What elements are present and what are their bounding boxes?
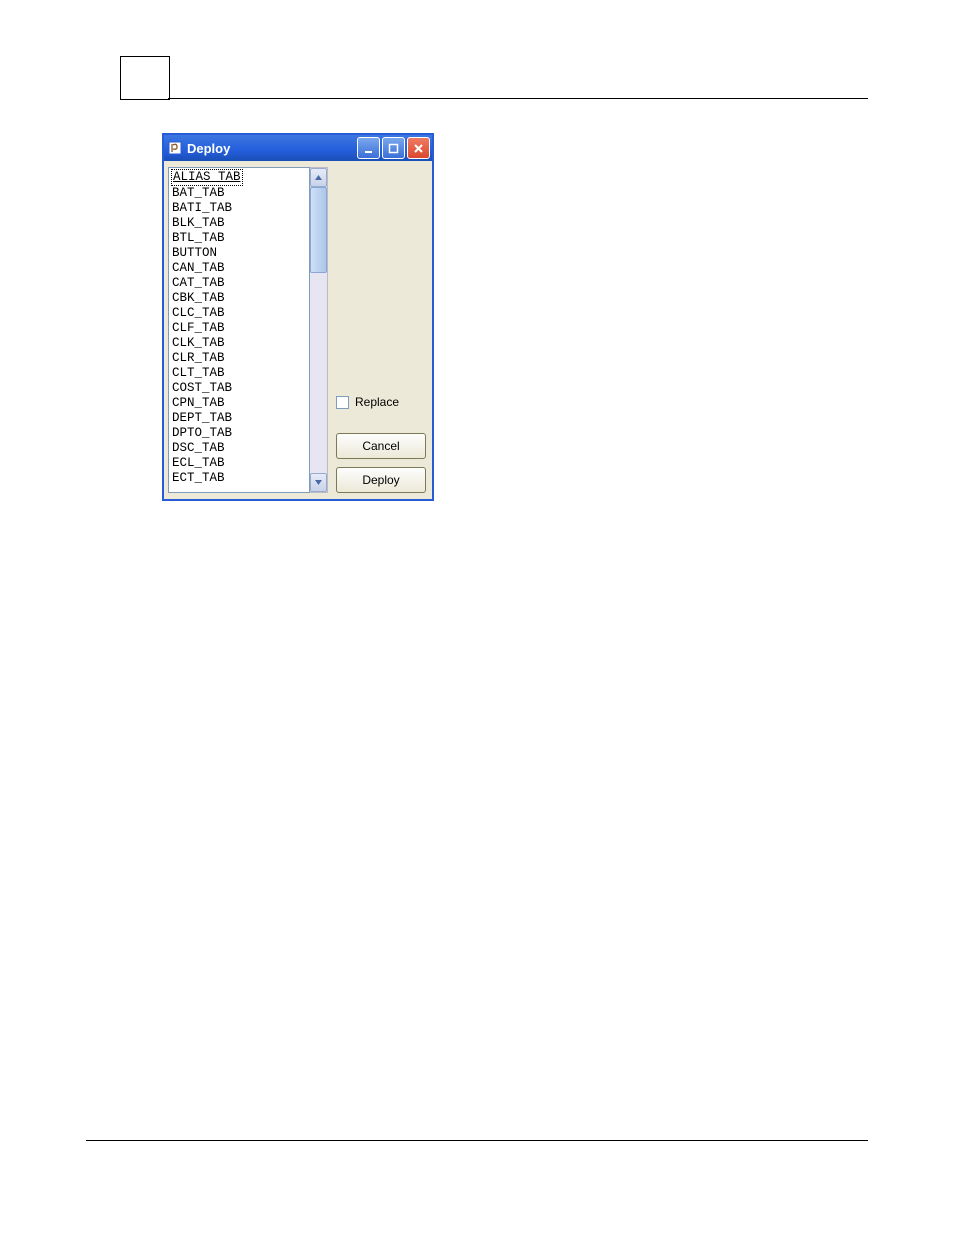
list-item[interactable]: BLK_TAB (172, 216, 309, 231)
list-item[interactable]: CLT_TAB (172, 366, 309, 381)
list-item[interactable]: CLK_TAB (172, 336, 309, 351)
list-item[interactable]: CAN_TAB (172, 261, 309, 276)
deploy-dialog: Deploy ALIAS_TABBAT_TABBATI_TABBLK_TABBT… (162, 133, 434, 501)
list-item[interactable]: ECT_TAB (172, 471, 309, 486)
cancel-button[interactable]: Cancel (336, 433, 426, 459)
footer-rule (86, 1140, 868, 1141)
titlebar[interactable]: Deploy (164, 135, 432, 161)
replace-checkbox[interactable] (336, 396, 349, 409)
list-item[interactable]: CBK_TAB (172, 291, 309, 306)
list-item[interactable]: BATI_TAB (172, 201, 309, 216)
list-item[interactable]: DEPT_TAB (172, 411, 309, 426)
deploy-button-label: Deploy (362, 473, 399, 487)
maximize-button[interactable] (382, 137, 405, 159)
header-box (120, 56, 170, 100)
cancel-button-label: Cancel (362, 439, 399, 453)
replace-label: Replace (355, 395, 399, 409)
app-icon (168, 141, 182, 155)
list-item[interactable]: BTL_TAB (172, 231, 309, 246)
tables-listbox[interactable]: ALIAS_TABBAT_TABBATI_TABBLK_TABBTL_TABBU… (168, 167, 310, 493)
list-item[interactable]: CLC_TAB (172, 306, 309, 321)
list-item[interactable]: CLR_TAB (172, 351, 309, 366)
header-rule (168, 98, 868, 99)
listbox-scrollbar[interactable] (310, 167, 328, 493)
list-item[interactable]: COST_TAB (172, 381, 309, 396)
replace-checkbox-row[interactable]: Replace (336, 395, 426, 409)
scroll-track[interactable] (310, 187, 327, 473)
scroll-down-button[interactable] (310, 473, 327, 492)
list-item[interactable]: DPTO_TAB (172, 426, 309, 441)
list-item[interactable]: BUTTON (172, 246, 309, 261)
list-item[interactable]: ECL_TAB (172, 456, 309, 471)
close-button[interactable] (407, 137, 430, 159)
list-item[interactable]: ALIAS_TAB (171, 169, 243, 186)
list-item[interactable]: CAT_TAB (172, 276, 309, 291)
deploy-button[interactable]: Deploy (336, 467, 426, 493)
minimize-button[interactable] (357, 137, 380, 159)
scroll-up-button[interactable] (310, 168, 327, 187)
scroll-thumb[interactable] (310, 187, 327, 273)
list-item[interactable]: CPN_TAB (172, 396, 309, 411)
window-title: Deploy (187, 141, 355, 156)
list-item[interactable]: CLF_TAB (172, 321, 309, 336)
list-item[interactable]: DSC_TAB (172, 441, 309, 456)
list-item[interactable]: BAT_TAB (172, 186, 309, 201)
